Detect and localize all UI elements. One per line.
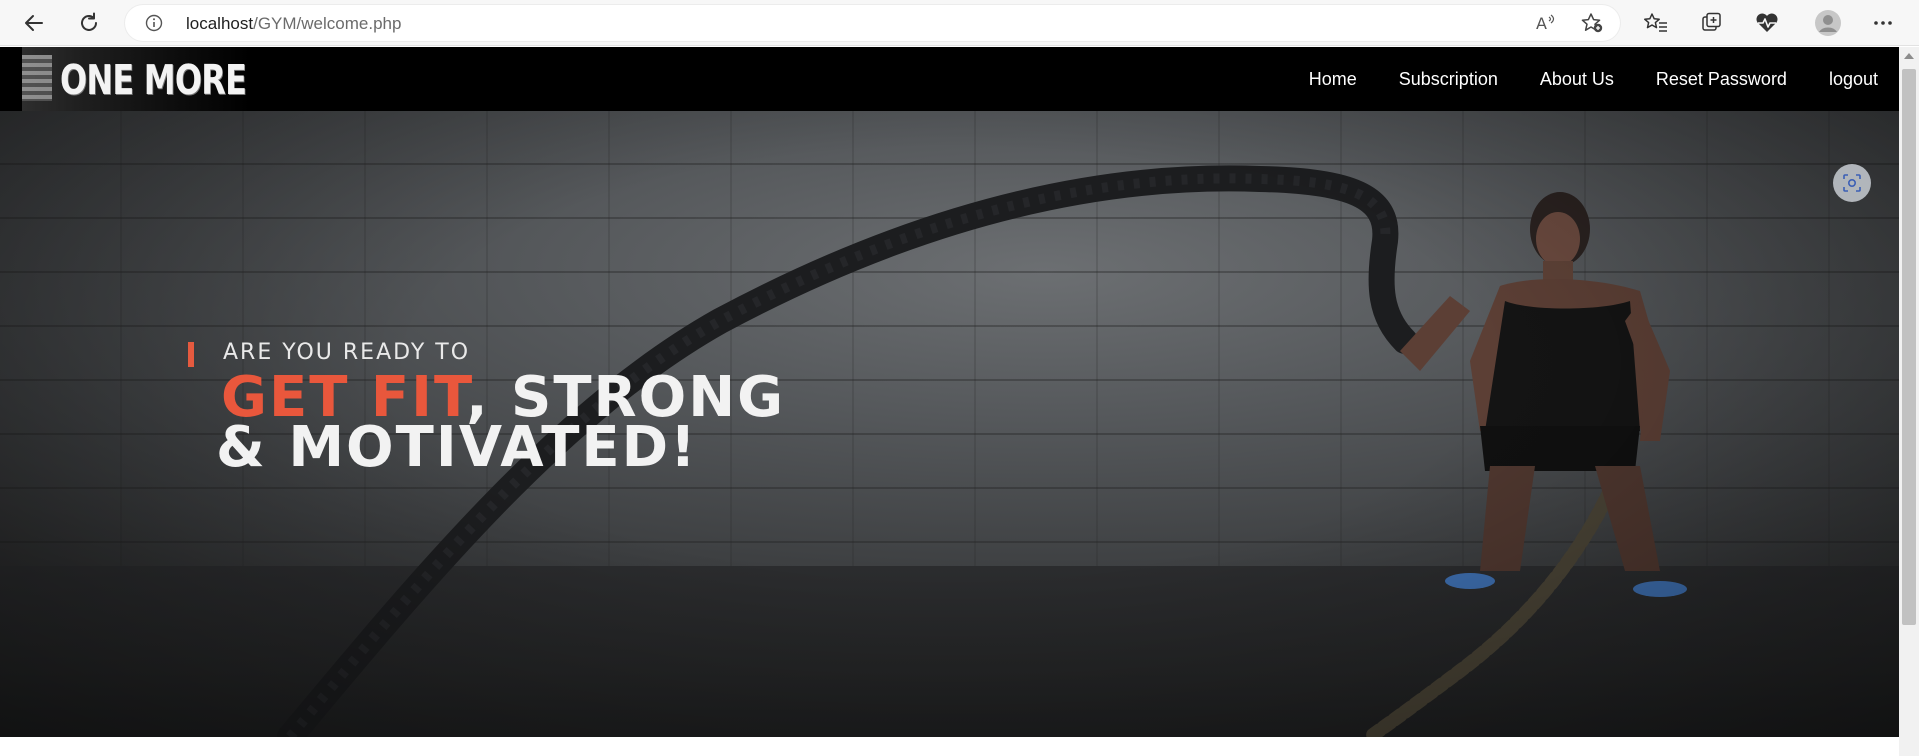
avatar-icon: [1815, 10, 1841, 36]
page-scrollbar[interactable]: [1899, 47, 1919, 756]
nav-link-subscription[interactable]: Subscription: [1399, 69, 1498, 90]
url-path: /GYM/welcome.php: [253, 14, 402, 33]
site-logo[interactable]: ONE MORE: [22, 47, 250, 111]
favorites-button[interactable]: [1639, 6, 1673, 40]
nav-link-logout[interactable]: logout: [1829, 69, 1878, 90]
hero-headline-line2: & MOTIVATED!: [216, 415, 698, 480]
browser-toolbar: localhost/GYM/welcome.php A: [0, 0, 1919, 46]
hero-banner: ARE YOU READY TO GET FIT, STRONG & MOTIV…: [0, 111, 1899, 737]
favorites-list-icon: [1644, 13, 1667, 32]
back-arrow-icon: [25, 15, 43, 31]
hero-kicker: ARE YOU READY TO: [223, 340, 471, 365]
hero-accent-bar: [188, 342, 194, 367]
star-add-icon: [1581, 13, 1603, 33]
url-host: localhost: [186, 14, 254, 33]
scrollbar-thumb[interactable]: [1902, 69, 1916, 625]
collections-icon: [1702, 12, 1721, 31]
logo-text: ONE MORE: [60, 56, 247, 104]
back-button[interactable]: [17, 6, 51, 40]
more-menu-button[interactable]: [1866, 6, 1900, 40]
nav-link-about-us[interactable]: About Us: [1540, 69, 1614, 90]
read-aloud-glyph: A: [1536, 14, 1547, 33]
refresh-button[interactable]: [72, 6, 106, 40]
visual-search-button[interactable]: [1833, 164, 1871, 202]
collections-button[interactable]: [1695, 6, 1729, 40]
more-horizontal-icon: [1874, 21, 1892, 25]
profile-button[interactable]: [1811, 6, 1845, 40]
address-bar[interactable]: localhost/GYM/welcome.php A: [125, 5, 1620, 41]
url-text[interactable]: localhost/GYM/welcome.php: [186, 14, 401, 34]
info-icon[interactable]: [145, 14, 163, 32]
read-aloud-button[interactable]: A: [1535, 12, 1559, 39]
page-viewport: ONE MORE Home Subscription About Us Rese…: [0, 47, 1899, 756]
heart-pulse-icon: [1756, 13, 1778, 32]
read-aloud-icon: A: [1536, 14, 1555, 33]
scroll-up-arrow-icon[interactable]: [1904, 53, 1914, 59]
nav-link-reset-password[interactable]: Reset Password: [1656, 69, 1787, 90]
browser-health-button[interactable]: [1750, 6, 1784, 40]
nav-links: Home Subscription About Us Reset Passwor…: [1267, 47, 1878, 111]
site-navbar: ONE MORE Home Subscription About Us Rese…: [0, 47, 1899, 111]
refresh-icon: [81, 12, 97, 31]
nav-link-home[interactable]: Home: [1309, 69, 1357, 90]
screen-capture-icon: [1843, 174, 1861, 192]
add-favorite-button[interactable]: [1580, 12, 1604, 39]
